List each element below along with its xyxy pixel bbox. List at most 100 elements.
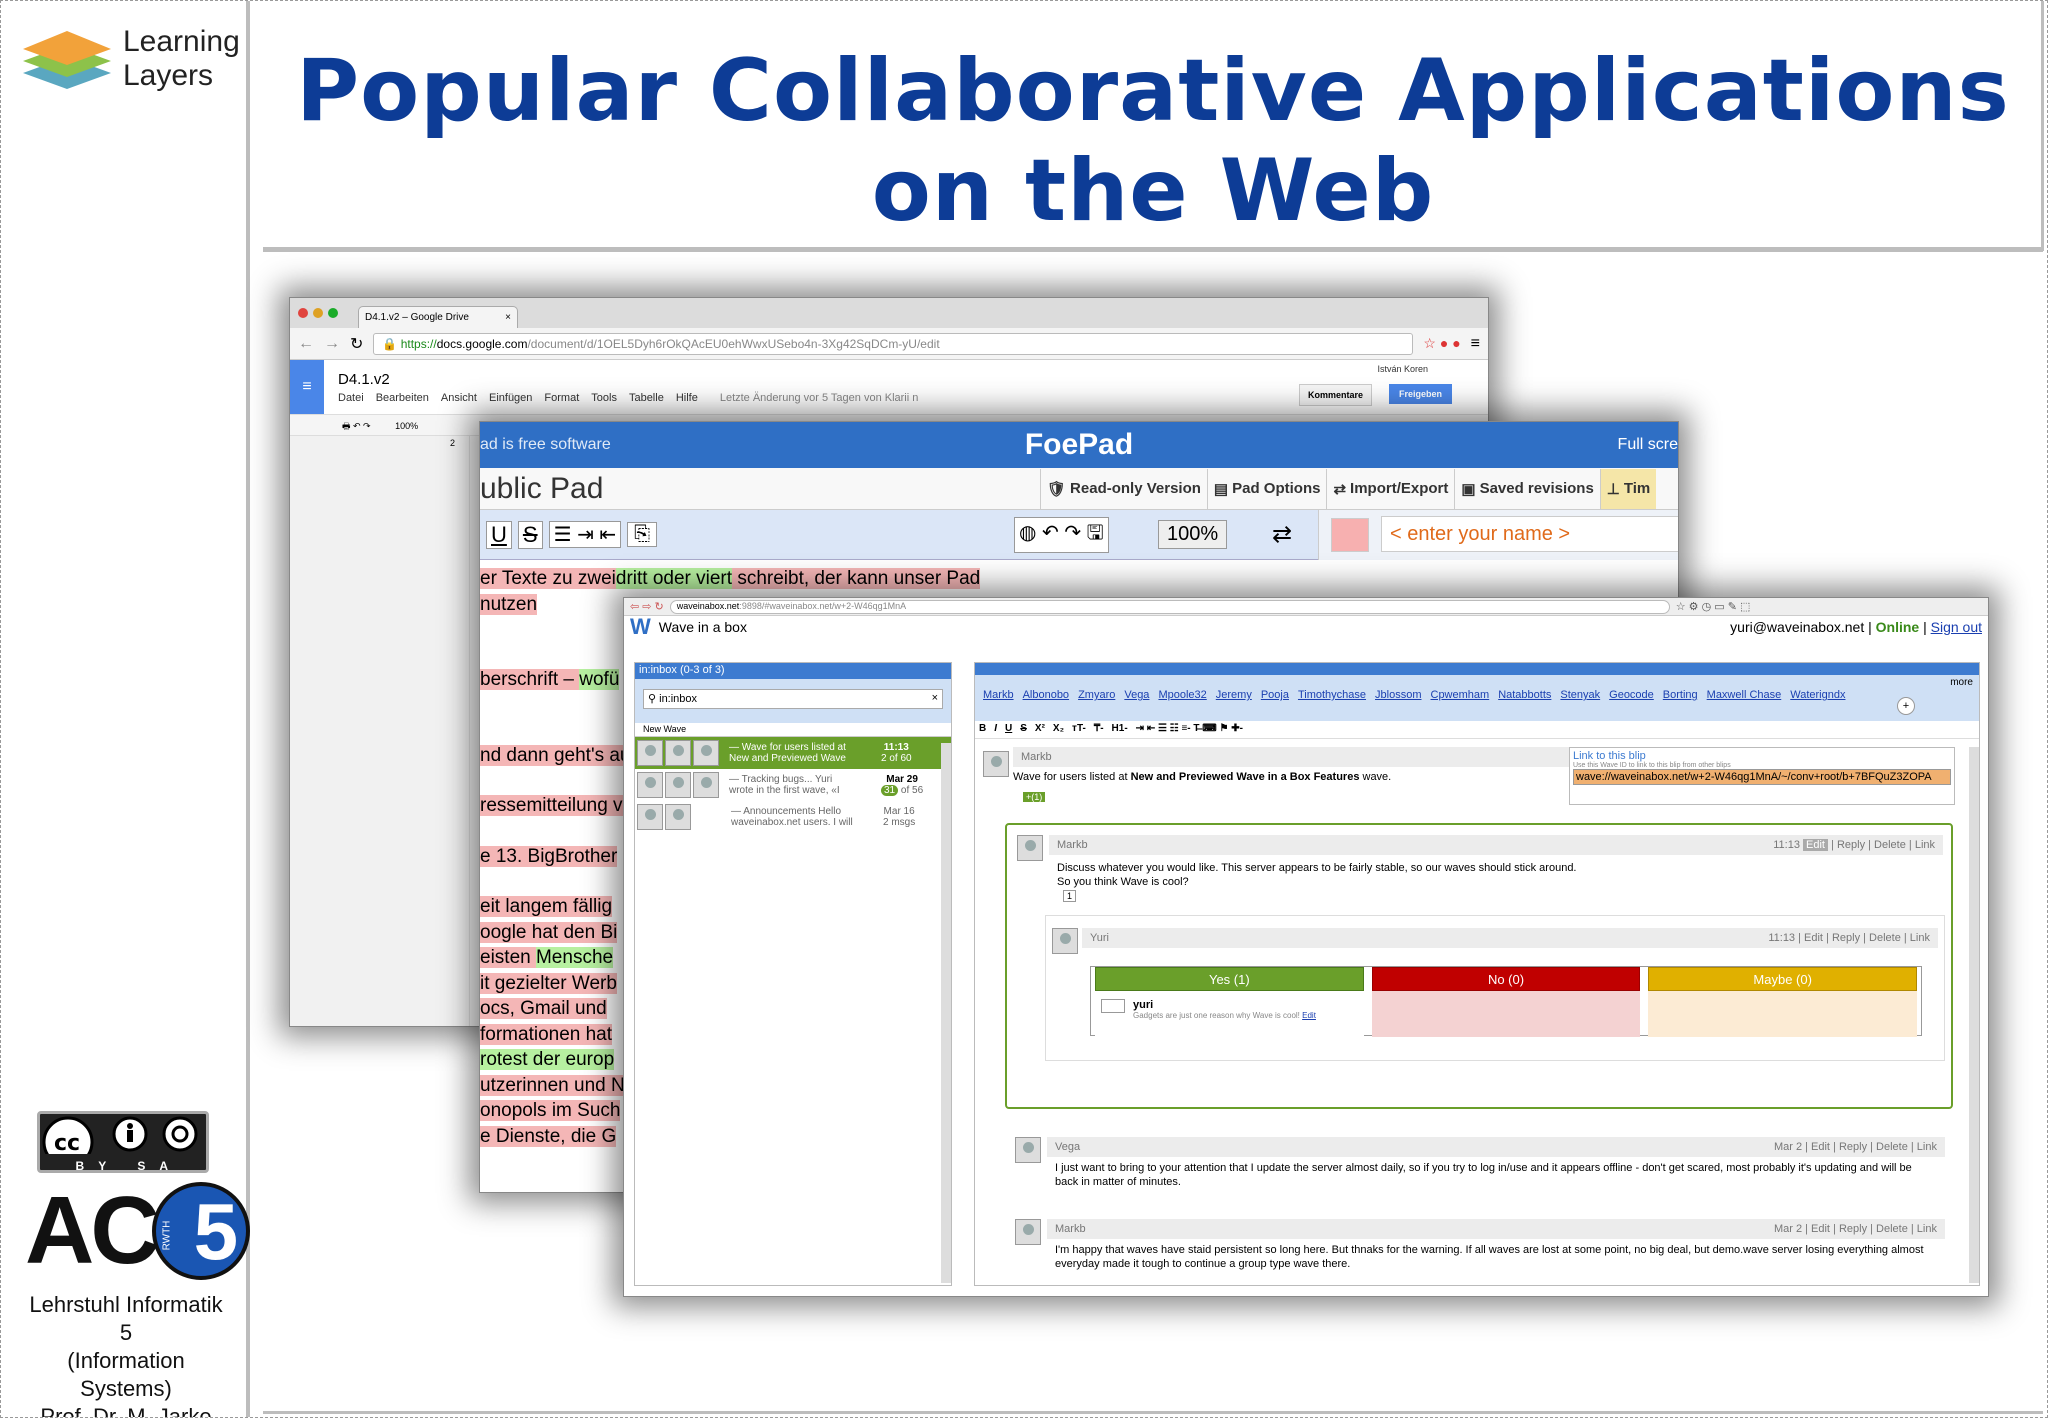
share-button[interactable]: Freigeben [1388, 384, 1452, 404]
pad-options-button[interactable]: ▤ Pad Options [1206, 468, 1327, 509]
participant-link[interactable]: Waterigndx [1790, 689, 1845, 721]
edit-link[interactable]: Edit [1803, 839, 1828, 851]
wave-digest[interactable]: — Tracking bugs... Yuri wrote in the firs… [635, 769, 951, 801]
participant-link[interactable]: Pooja [1261, 689, 1289, 721]
participant-link[interactable]: Zmyaro [1078, 689, 1115, 721]
font-family-button[interactable]: ₸- [1094, 723, 1104, 736]
vote-no-button[interactable]: No (0) [1371, 967, 1641, 991]
strike-button[interactable]: S [1020, 723, 1027, 736]
docs-user[interactable]: István Koren [1377, 364, 1428, 374]
wave-url-field[interactable]: waveinabox.net:9898/#waveinabox.net/w+2-… [669, 599, 1670, 614]
participant-link[interactable]: Jeremy [1216, 689, 1252, 721]
inline-reply-badge[interactable]: 1 [1063, 890, 1077, 902]
subscript-button[interactable]: X₂ [1053, 723, 1064, 736]
forward-icon[interactable]: → [324, 335, 340, 353]
nav-arrows-icon[interactable]: ⇦ ⇨ ↻ [630, 600, 664, 613]
blip-meta[interactable]: Mar 2 | Edit | Reply | Delete | Link [1774, 1141, 1937, 1153]
clear-search-icon[interactable]: × [932, 692, 938, 706]
participant-link[interactable]: Geocode [1609, 689, 1654, 721]
docs-zoom[interactable]: 100% [395, 421, 418, 431]
fullscreen-link[interactable]: Full scre [1618, 436, 1678, 454]
wave-address-row: ⇦ ⇨ ↻ waveinabox.net:9898/#waveinabox.ne… [624, 598, 1988, 616]
print-icon[interactable]: 🖶 ↶ ↷ [342, 421, 371, 431]
wave-extension-icons[interactable]: ☆ ⚙ ◷ ▭ ✎ ⬚ [1676, 600, 1751, 613]
menu-tools[interactable]: Tools [591, 392, 617, 404]
sign-out-link[interactable]: Sign out [1931, 619, 1982, 635]
more-participants-link[interactable]: more [1950, 677, 1973, 688]
blip-link-field[interactable]: wave://waveinabox.net/w+2-W46qg1MnA/~/co… [1573, 769, 1951, 785]
voter-edit-link[interactable]: Edit [1302, 1011, 1316, 1020]
avatar [665, 804, 691, 830]
blip-meta[interactable]: Mar 2 | Edit | Reply | Delete | Link [1774, 1223, 1937, 1235]
font-size-button[interactable]: тT- [1072, 723, 1086, 736]
online-status: Online [1875, 619, 1920, 635]
participant-link[interactable]: Vega [1124, 689, 1149, 721]
tab-close-icon[interactable]: × [505, 312, 511, 323]
participant-link[interactable]: Jblossom [1375, 689, 1421, 721]
underline-button[interactable]: U [486, 520, 512, 549]
comments-button[interactable]: Kommentare [1298, 384, 1372, 406]
reload-icon[interactable]: ↻ [350, 334, 363, 354]
strikethrough-button[interactable]: S [517, 520, 543, 549]
import-export-button[interactable]: ⇄ Import/Export [1326, 468, 1454, 509]
participant-link[interactable]: Timothychase [1298, 689, 1366, 721]
participant-link[interactable]: Natabbotts [1498, 689, 1551, 721]
menu-tabelle[interactable]: Tabelle [629, 392, 664, 404]
url-field[interactable]: 🔒 https://docs.google.com/document/d/1OE… [373, 332, 1414, 355]
reply-meta[interactable]: 11:13 | Edit | Reply | Delete | Link [1768, 932, 1930, 944]
participant-link[interactable]: Borting [1663, 689, 1698, 721]
doc-title[interactable]: D4.1.v2 [338, 371, 918, 388]
heading-button[interactable]: H1- [1112, 723, 1128, 736]
reply-count-badge[interactable]: +(1) [1023, 792, 1046, 802]
maximize-window-icon[interactable] [328, 308, 338, 318]
name-input[interactable]: < enter your name > [1381, 516, 1678, 552]
vote-maybe-button[interactable]: Maybe (0) [1648, 967, 1918, 991]
docs-header: ≡ D4.1.v2 Datei Bearbeiten Ansicht Einfü… [290, 360, 1488, 414]
saved-revisions-button[interactable]: ▣ Saved revisions [1454, 468, 1599, 509]
superscript-button[interactable]: X² [1035, 723, 1045, 736]
minimize-window-icon[interactable] [313, 308, 323, 318]
wave-digest[interactable]: — Announcements Hello waveinabox.net user… [635, 801, 951, 833]
pad-text: utzerinnen und N [480, 1074, 625, 1096]
bold-button[interactable]: B [979, 723, 986, 736]
menu-format[interactable]: Format [544, 392, 579, 404]
close-window-icon[interactable] [298, 308, 308, 318]
participant-link[interactable]: Stenyak [1560, 689, 1600, 721]
wave-user-email: yuri@waveinabox.net [1730, 619, 1865, 635]
participant-link[interactable]: Cpwemham [1431, 689, 1490, 721]
more-format-icons[interactable]: ⇥ ⇤ ☰ ☷ ≡- T̶ ⌨ ⚑ ✚- [1136, 723, 1243, 736]
swap-icon[interactable]: ⇄ [1272, 520, 1292, 549]
wave-digest[interactable]: — Wave for users listed at New and Previe… [635, 737, 951, 769]
new-wave-button[interactable]: New Wave [635, 723, 951, 737]
participant-link[interactable]: Mpoole32 [1158, 689, 1206, 721]
last-edit-note[interactable]: Letzte Änderung vor 5 Tagen von Klarii n [720, 392, 919, 404]
inbox-scrollbar[interactable] [941, 743, 951, 1283]
attachment-icon[interactable]: ⎘ [627, 522, 658, 547]
wave-scrollbar[interactable] [1969, 747, 1979, 1283]
menu-datei[interactable]: Datei [338, 392, 364, 404]
vote-yes-button[interactable]: Yes (1) [1095, 967, 1364, 991]
extension-icons[interactable]: ☆ ● ● [1423, 335, 1460, 352]
docs-logo-icon[interactable]: ≡ [290, 360, 324, 414]
list-buttons[interactable]: ☰ ⇥ ⇤ [548, 521, 622, 548]
add-participant-button[interactable]: + [1897, 697, 1915, 715]
menu-einfuegen[interactable]: Einfügen [489, 392, 532, 404]
blip-actions[interactable]: | Reply | Delete | Link [1831, 839, 1935, 851]
foepad-zoom[interactable]: 100% [1158, 520, 1228, 549]
menu-bearbeiten[interactable]: Bearbeiten [376, 392, 429, 404]
user-color-swatch[interactable] [1331, 518, 1369, 552]
timeslider-button[interactable]: ⊥ Tim [1599, 468, 1657, 509]
participant-link[interactable]: Albonobo [1023, 689, 1070, 721]
menu-hilfe[interactable]: Hilfe [676, 392, 698, 404]
menu-ansicht[interactable]: Ansicht [441, 392, 477, 404]
underline-button[interactable]: U [1005, 723, 1012, 736]
italic-button[interactable]: I [994, 723, 997, 736]
browser-tab[interactable]: D4.1.v2 – Google Drive × [358, 306, 518, 328]
inbox-search-input[interactable]: ⚲ in:inbox × [643, 689, 943, 709]
participant-link[interactable]: Markb [983, 689, 1014, 721]
back-icon[interactable]: ← [298, 335, 314, 353]
undo-redo-save-buttons[interactable]: ◍ ↶ ↷ 🖫 [1014, 516, 1109, 553]
menu-icon[interactable]: ≡ [1471, 335, 1480, 353]
participant-link[interactable]: Maxwell Chase [1707, 689, 1782, 721]
readonly-version-button[interactable]: 🛡 Read-only Version [1040, 468, 1207, 509]
